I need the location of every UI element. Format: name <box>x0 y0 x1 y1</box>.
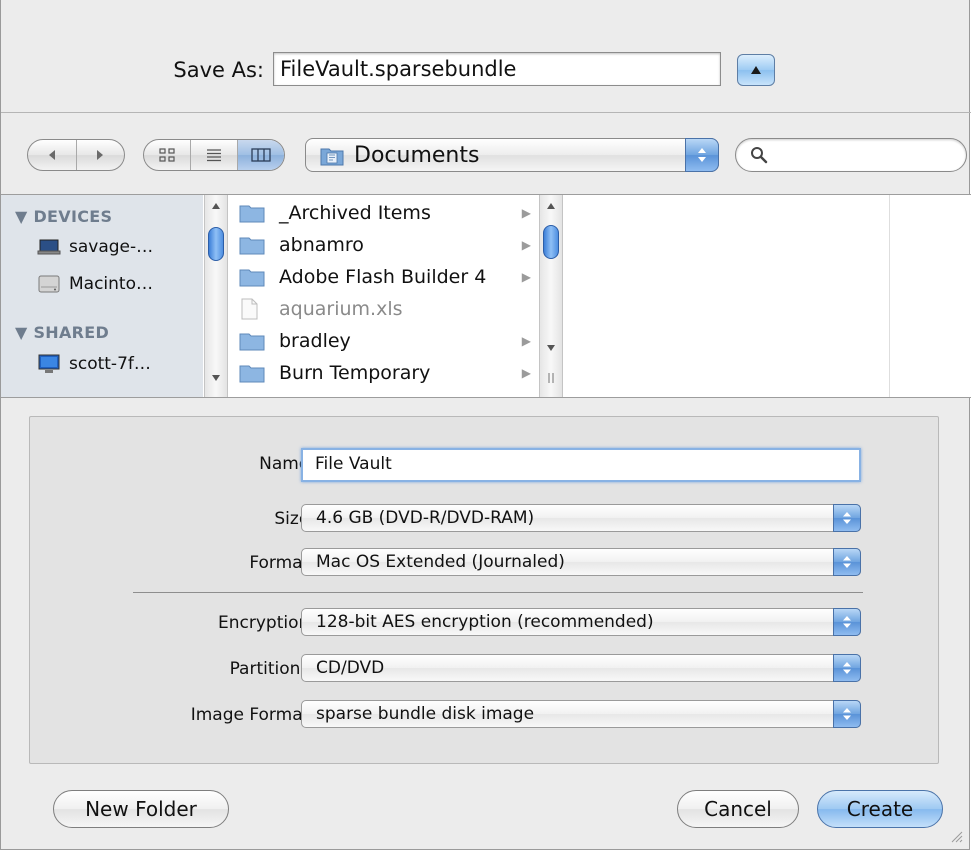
file-column-scrollbar[interactable] <box>539 195 563 397</box>
sidebar-item-scott[interactable]: scott-7f… <box>37 353 151 375</box>
save-as-field[interactable]: FileVault.sparsebundle <box>273 52 721 86</box>
folder-icon <box>239 235 267 255</box>
list-item[interactable]: aquarium.xls <box>233 293 539 325</box>
sidebar-heading-shared: ▼ SHARED <box>15 323 110 342</box>
list-item[interactable]: Burn Temporary ▶ <box>233 357 539 389</box>
laptop-icon <box>37 239 61 255</box>
search-input[interactable] <box>776 143 960 169</box>
updown-arrows-icon <box>833 608 861 636</box>
disclosure-arrow-icon: ▶ <box>521 366 531 380</box>
divider <box>1 112 971 113</box>
forward-arrow-icon <box>97 150 104 160</box>
list-view-icon <box>207 149 221 162</box>
list-view-button[interactable] <box>191 140 238 170</box>
file-name: Burn Temporary <box>279 362 431 384</box>
list-item[interactable]: Adobe Flash Builder 4 ▶ <box>233 261 539 293</box>
network-computer-icon <box>38 354 60 373</box>
updown-arrows-icon <box>833 504 861 532</box>
empty-column <box>567 195 890 397</box>
list-item[interactable]: abnamro ▶ <box>233 229 539 261</box>
disclosure-arrow-icon: ▶ <box>521 334 531 348</box>
list-item[interactable]: _Archived Items ▶ <box>233 197 539 229</box>
encryption-popup[interactable]: 128-bit AES encryption (recommended) <box>301 608 861 636</box>
documents-folder-icon <box>320 145 344 171</box>
create-button[interactable]: Create <box>817 790 943 828</box>
sidebar-item-label: savage-… <box>69 237 154 257</box>
collapse-browser-button[interactable] <box>737 54 775 86</box>
scroll-up-icon <box>205 199 227 213</box>
partitions-value: CD/DVD <box>316 658 385 678</box>
cancel-button[interactable]: Cancel <box>677 790 799 828</box>
sidebar-item-label: Macinto… <box>69 274 153 294</box>
document-icon <box>239 298 267 320</box>
location-label: Documents <box>354 143 480 168</box>
sidebar-heading-devices: ▼ DEVICES <box>15 207 113 226</box>
location-popup[interactable]: Documents <box>305 138 719 172</box>
column-resize-icon[interactable] <box>540 371 562 385</box>
hard-drive-icon <box>38 275 60 293</box>
image-format-value: sparse bundle disk image <box>316 704 535 724</box>
updown-arrows-icon <box>685 138 719 172</box>
file-name: abnamro <box>279 234 364 256</box>
search-icon <box>751 147 768 164</box>
column-view-icon <box>251 148 271 162</box>
folder-icon <box>239 363 267 383</box>
new-folder-button[interactable]: New Folder <box>53 790 229 828</box>
file-column: _Archived Items ▶ abnamro ▶ Adobe Flash … <box>233 195 539 397</box>
disclosure-arrow-icon: ▶ <box>521 206 531 220</box>
sidebar: ▼ DEVICES savage-… Macinto… ▼ SHARED sco… <box>1 195 203 397</box>
sidebar-item-savage[interactable]: savage-… <box>37 237 153 257</box>
save-as-label: Save As: <box>173 58 264 82</box>
scroll-up-icon <box>540 199 562 213</box>
list-item[interactable]: bradley ▶ <box>233 325 539 357</box>
updown-arrows-icon <box>833 548 861 576</box>
icon-view-icon <box>159 148 175 162</box>
resize-grip-icon[interactable] <box>949 829 963 843</box>
format-popup[interactable]: Mac OS Extended (Journaled) <box>301 548 861 576</box>
updown-arrows-icon <box>833 654 861 682</box>
partitions-popup[interactable]: CD/DVD <box>301 654 861 682</box>
scroll-thumb[interactable] <box>543 225 559 259</box>
format-value: Mac OS Extended (Journaled) <box>316 552 565 572</box>
scroll-down-icon <box>205 371 227 385</box>
view-mode-control <box>143 139 285 171</box>
disclosure-arrow-icon: ▶ <box>521 270 531 284</box>
file-name: bradley <box>279 330 351 352</box>
column-view-button[interactable] <box>238 140 284 170</box>
folder-icon <box>239 331 267 351</box>
folder-icon <box>239 267 267 287</box>
forward-button[interactable] <box>77 140 125 170</box>
scroll-thumb[interactable] <box>208 227 224 261</box>
image-format-popup[interactable]: sparse bundle disk image <box>301 700 861 728</box>
encryption-value: 128-bit AES encryption (recommended) <box>316 612 654 632</box>
sidebar-item-label: scott-7f… <box>69 354 151 374</box>
image-format-label: Image Format: <box>190 705 315 725</box>
updown-arrows-icon <box>833 700 861 728</box>
back-button[interactable] <box>28 140 77 170</box>
sidebar-item-macintosh[interactable]: Macinto… <box>37 273 153 295</box>
separator <box>133 592 863 593</box>
file-name: _Archived Items <box>279 202 431 224</box>
disclosure-arrow-icon: ▶ <box>521 238 531 252</box>
file-browser: ▼ DEVICES savage-… Macinto… ▼ SHARED sco… <box>1 194 971 398</box>
search-field[interactable] <box>735 138 967 172</box>
back-forward-control <box>27 139 125 171</box>
back-arrow-icon <box>48 150 55 160</box>
scroll-down-icon <box>540 341 562 355</box>
save-dialog: Save As: FileVault.sparsebundle Document… <box>0 0 971 850</box>
file-name: aquarium.xls <box>279 298 403 320</box>
size-value: 4.6 GB (DVD-R/DVD-RAM) <box>316 508 535 528</box>
file-name: Adobe Flash Builder 4 <box>279 266 487 288</box>
name-field[interactable]: File Vault <box>301 448 861 482</box>
icon-view-button[interactable] <box>144 140 191 170</box>
folder-icon <box>239 203 267 223</box>
size-popup[interactable]: 4.6 GB (DVD-R/DVD-RAM) <box>301 504 861 532</box>
triangle-up-icon <box>751 66 761 74</box>
sidebar-scrollbar[interactable] <box>204 195 228 397</box>
